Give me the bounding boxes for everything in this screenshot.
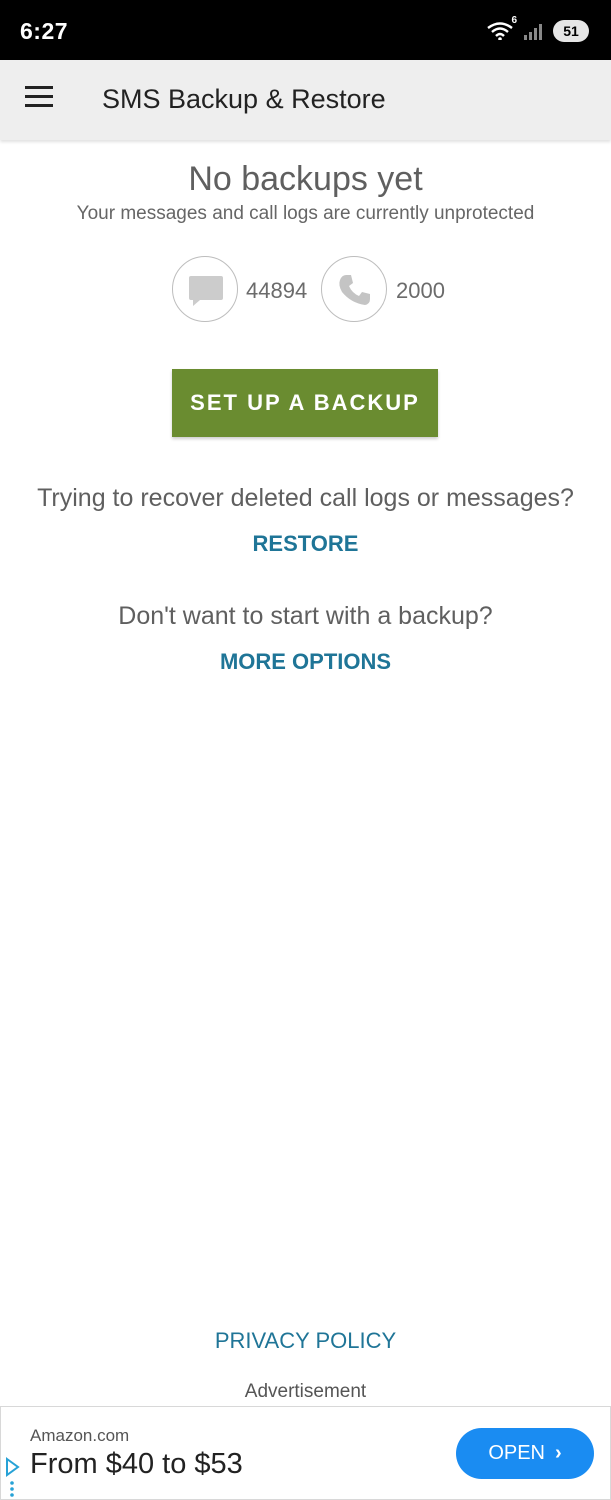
ad-banner[interactable]: Amazon.com From $40 to $53 OPEN › xyxy=(0,1406,611,1500)
message-icon xyxy=(172,256,238,322)
privacy-policy-link[interactable]: PRIVACY POLICY xyxy=(0,1328,611,1354)
counts-row: 44894 2000 xyxy=(0,256,611,324)
more-options-link[interactable]: MORE OPTIONS xyxy=(0,649,611,675)
status-icons: 6 51 xyxy=(469,15,589,44)
page: 6:27 6 51 SMS Backup & Restore No backup… xyxy=(0,0,611,1500)
status-bar: 6:27 6 51 xyxy=(0,0,611,60)
call-count: 2000 xyxy=(396,278,445,303)
status-time: 6:27 xyxy=(20,18,69,44)
ad-open-button[interactable]: OPEN › xyxy=(456,1428,594,1479)
app-title: SMS Backup & Restore xyxy=(102,84,386,114)
restore-link[interactable]: RESTORE xyxy=(0,531,611,557)
app-bar: SMS Backup & Restore xyxy=(0,60,611,140)
chevron-right-icon: › xyxy=(555,1442,562,1464)
wifi-icon xyxy=(487,22,513,40)
ad-source: Amazon.com xyxy=(30,1426,130,1445)
no-backups-heading: No backups yet xyxy=(188,160,423,198)
phone-icon xyxy=(321,256,387,322)
message-count: 44894 xyxy=(246,278,308,303)
battery-indicator: 51 xyxy=(553,20,589,42)
hamburger-menu-icon[interactable] xyxy=(22,86,56,114)
adchoices-icon[interactable] xyxy=(4,1457,20,1497)
start-prompt: Don't want to start with a backup? xyxy=(118,602,493,630)
ad-open-label: OPEN xyxy=(488,1442,545,1464)
advertisement-label: Advertisement xyxy=(244,1381,367,1402)
set-up-backup-button[interactable]: SET UP A BACKUP xyxy=(172,369,438,437)
wifi-superscript: 6 xyxy=(511,15,517,26)
signal-icon xyxy=(524,24,542,40)
recover-prompt: Trying to recover deleted call logs or m… xyxy=(37,484,574,512)
unprotected-subtitle: Your messages and call logs are currentl… xyxy=(76,203,535,224)
ad-headline[interactable]: From $40 to $53 xyxy=(30,1448,243,1481)
